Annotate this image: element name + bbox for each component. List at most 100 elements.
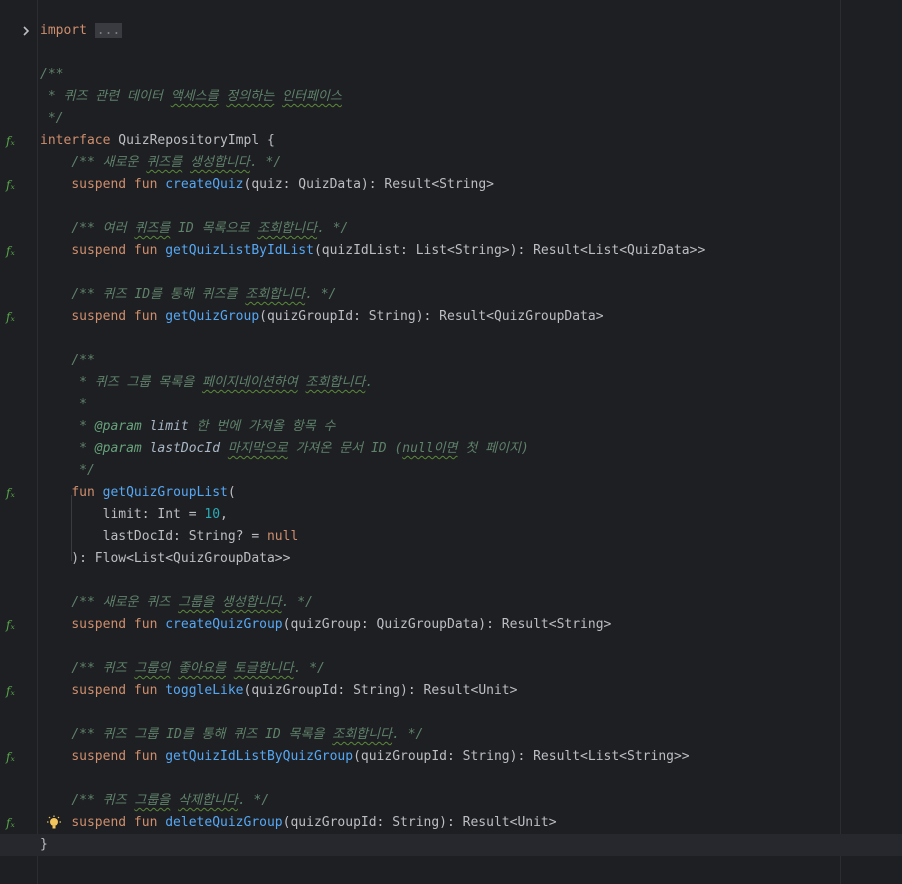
code-text: suspend fun getQuizGroup(quizGroupId: St…: [40, 306, 604, 328]
code-token: */: [40, 111, 64, 126]
code-token: ...: [94, 23, 123, 38]
code-token: 정의하는: [226, 89, 275, 104]
code-line[interactable]: [0, 42, 902, 64]
code-line[interactable]: [0, 196, 902, 218]
code-token: /** 퀴즈: [71, 661, 135, 676]
code-line[interactable]: [0, 570, 902, 592]
implement-icon[interactable]: fₓ: [6, 812, 22, 834]
implement-icon[interactable]: fₓ: [6, 746, 22, 768]
code-token: . */: [305, 287, 337, 302]
code-line[interactable]: /**: [0, 350, 902, 372]
code-line[interactable]: * @param lastDocId 마지막으로 가져온 문서 ID (null…: [0, 438, 902, 460]
code-line[interactable]: [0, 636, 902, 658]
code-line[interactable]: fₓ fun getQuizGroupList(: [0, 482, 902, 504]
implement-icon[interactable]: fₓ: [6, 130, 22, 152]
code-token: (quizGroupId: String): Result<Unit>: [243, 683, 518, 698]
code-line[interactable]: /**: [0, 64, 902, 86]
code-text: /** 여러 퀴즈를 ID 목록으로 조회합니다. */: [40, 218, 348, 240]
code-text: suspend fun getQuizIdListByQuizGroup(qui…: [40, 746, 689, 768]
code-line[interactable]: /** 퀴즈 ID를 통해 퀴즈를 조회합니다. */: [0, 284, 902, 306]
code-text: * @param limit 한 번에 가져올 항목 수: [40, 416, 335, 438]
code-token: 페이지네이션하여: [202, 375, 298, 390]
code-line[interactable]: ): Flow<List<QuizGroupData>>: [0, 548, 902, 570]
code-line[interactable]: fₓ suspend fun deleteQuizGroup(quizGroup…: [0, 812, 902, 834]
code-token: 생성합니다: [221, 595, 282, 610]
code-text: limit: Int = 10,: [40, 504, 228, 526]
code-line[interactable]: * 퀴즈 그룹 목록을 페이지네이션하여 조회합니다.: [0, 372, 902, 394]
code-line[interactable]: fₓ suspend fun createQuiz(quiz: QuizData…: [0, 174, 902, 196]
code-token: 인터페이스: [282, 89, 342, 104]
code-line[interactable]: */: [0, 108, 902, 130]
code-token: getQuizGroup: [165, 309, 260, 324]
code-token: null이면: [402, 441, 458, 456]
code-line[interactable]: }: [0, 834, 902, 856]
code-token: /** 여러: [71, 221, 135, 236]
code-token: /**: [40, 67, 64, 82]
code-line[interactable]: import ...: [0, 20, 902, 42]
code-line[interactable]: fₓ suspend fun getQuizGroup(quizGroupId:…: [0, 306, 902, 328]
implement-icon[interactable]: fₓ: [6, 306, 22, 328]
code-token: (quiz: QuizData): Result<String>: [243, 177, 494, 192]
code-line[interactable]: [0, 768, 902, 790]
code-line[interactable]: * 퀴즈 관련 데이터 액세스를 정의하는 인터페이스: [0, 86, 902, 108]
code-line[interactable]: lastDocId: String? = null: [0, 526, 902, 548]
code-text: * 퀴즈 관련 데이터 액세스를 정의하는 인터페이스: [40, 86, 342, 108]
code-token: deleteQuizGroup: [165, 815, 283, 830]
code-token: . */: [317, 221, 349, 236]
code-token: 마지막으로: [227, 441, 288, 456]
code-token: 그룹의: [134, 661, 171, 676]
code-line[interactable]: /** 새로운 퀴즈 그룹을 생성합니다. */: [0, 592, 902, 614]
code-line[interactable]: [0, 328, 902, 350]
code-text: /**: [40, 350, 95, 372]
code-token: 가져온 문서 ID (: [287, 441, 403, 456]
code-text: * 퀴즈 그룹 목록을 페이지네이션하여 조회합니다.: [40, 372, 373, 394]
fold-expand-icon[interactable]: [22, 20, 36, 42]
code-text: fun getQuizGroupList(: [40, 482, 235, 504]
code-line[interactable]: /** 여러 퀴즈를 ID 목록으로 조회합니다. */: [0, 218, 902, 240]
code-line[interactable]: /** 퀴즈 그룹을 삭제합니다. */: [0, 790, 902, 812]
code-line[interactable]: fₓ suspend fun createQuizGroup(quizGroup…: [0, 614, 902, 636]
code-text: interface QuizRepositoryImpl {: [40, 130, 275, 152]
code-token: *: [71, 419, 95, 434]
code-text: /** 퀴즈 그룹 ID를 통해 퀴즈 ID 목록을 조회합니다. */: [40, 724, 423, 746]
implement-icon[interactable]: fₓ: [6, 240, 22, 262]
code-text: */: [40, 108, 64, 130]
code-line[interactable]: fₓ interface QuizRepositoryImpl {: [0, 130, 902, 152]
implement-icon[interactable]: fₓ: [6, 614, 22, 636]
code-line[interactable]: */: [0, 460, 902, 482]
code-line[interactable]: /** 퀴즈 그룹의 좋아요를 토글합니다. */: [0, 658, 902, 680]
code-token: (quizIdList: List<String>): Result<List<…: [313, 243, 706, 258]
code-line[interactable]: [0, 262, 902, 284]
code-line[interactable]: /** 새로운 퀴즈를 생성합니다. */: [0, 152, 902, 174]
code-line[interactable]: fₓ suspend fun toggleLike(quizGroupId: S…: [0, 680, 902, 702]
code-line[interactable]: * @param limit 한 번에 가져올 항목 수: [0, 416, 902, 438]
code-token: 첫 페이지): [457, 441, 529, 456]
code-token: interface: [40, 133, 111, 148]
code-text: suspend fun deleteQuizGroup(quizGroupId:…: [40, 812, 556, 834]
code-line[interactable]: fₓ suspend fun getQuizListByIdList(quizI…: [0, 240, 902, 262]
code-token: /**: [71, 353, 95, 368]
implement-icon[interactable]: fₓ: [6, 680, 22, 702]
code-token: *: [71, 441, 95, 456]
code-line[interactable]: /** 퀴즈 그룹 ID를 통해 퀴즈 ID 목록을 조회합니다. */: [0, 724, 902, 746]
implement-icon[interactable]: fₓ: [6, 174, 22, 196]
code-editor[interactable]: import ... /** * 퀴즈 관련 데이터 액세스를 정의하는 인터페이…: [0, 20, 902, 856]
code-token: (quizGroupId: String): Result<QuizGroupD…: [259, 309, 604, 324]
implement-icon[interactable]: fₓ: [6, 482, 22, 504]
code-token: null: [266, 529, 299, 544]
code-token: getQuizGroupList: [102, 485, 228, 500]
code-line[interactable]: [0, 702, 902, 724]
code-line[interactable]: limit: Int = 10,: [0, 504, 902, 526]
code-line[interactable]: fₓ suspend fun getQuizIdListByQuizGroup(…: [0, 746, 902, 768]
code-line[interactable]: *: [0, 394, 902, 416]
